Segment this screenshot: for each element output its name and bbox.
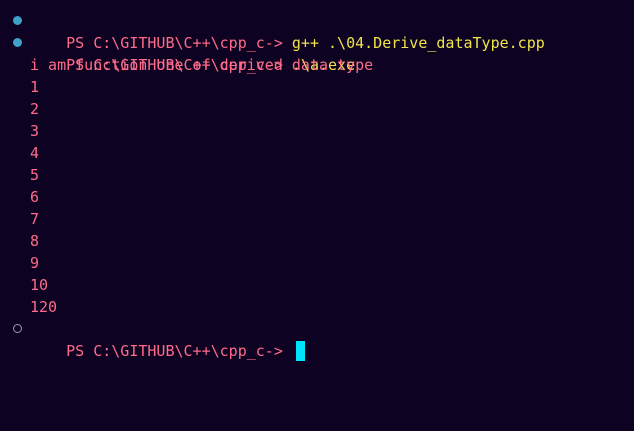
output-line: 2 xyxy=(30,100,40,118)
output-line: 10 xyxy=(30,276,49,294)
output-line: 5 xyxy=(30,166,40,184)
output-line: 8 xyxy=(30,232,40,250)
output-line: 120 xyxy=(30,298,58,316)
active-prompt-line[interactable]: PS C:\GITHUB\C++\cpp_c-> xyxy=(0,318,634,361)
output-line: 9 xyxy=(30,254,40,272)
command-pending-dot-icon[interactable] xyxy=(13,324,22,333)
output-line: 1 xyxy=(30,78,40,96)
output-line: 3 xyxy=(30,122,40,140)
command-success-dot-icon[interactable] xyxy=(13,38,22,47)
block-cursor-icon xyxy=(295,340,305,361)
output-line: i am function one of derived data type xyxy=(30,56,374,74)
terminal-panel[interactable]: PS C:\GITHUB\C++\cpp_c-> g++ .\04.Derive… xyxy=(0,0,634,431)
output-line: 4 xyxy=(30,144,40,162)
output-line: 6 xyxy=(30,188,40,206)
command-line: PS C:\GITHUB\C++\cpp_c-> g++ .\04.Derive… xyxy=(0,10,634,52)
command-line: PS C:\GITHUB\C++\cpp_c-> .\a.exe xyxy=(0,32,634,74)
output-line: 7 xyxy=(30,210,40,228)
command-success-dot-icon[interactable] xyxy=(13,16,22,25)
prompt-text: PS C:\GITHUB\C++\cpp_c-> xyxy=(66,342,292,360)
